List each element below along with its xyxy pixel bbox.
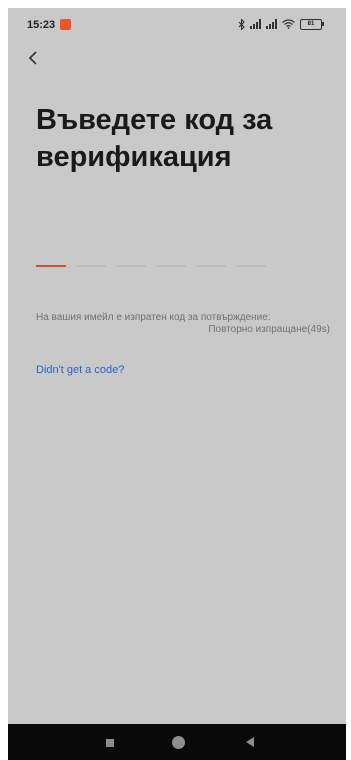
navigation-bar — [8, 724, 346, 760]
back-button[interactable] — [22, 46, 46, 70]
code-slot-2[interactable] — [76, 265, 106, 267]
status-bar: 15:23 81 — [8, 8, 346, 42]
resend-countdown[interactable]: Повторно изпращане(49s) — [208, 324, 330, 335]
status-icons: 81 — [238, 17, 324, 31]
code-slot-1[interactable] — [36, 265, 66, 267]
signal-icon — [250, 19, 261, 29]
code-slot-6[interactable] — [236, 265, 266, 267]
verification-code-input[interactable] — [36, 261, 266, 271]
page-title: Въведете код за верификация — [36, 104, 273, 173]
code-sent-message: На вашия имейл е изпратен код за потвърж… — [36, 312, 271, 323]
code-slot-4[interactable] — [156, 265, 186, 267]
didnt-get-code-link[interactable]: Didn't get a code? — [36, 364, 124, 376]
code-slot-5[interactable] — [196, 265, 226, 267]
chevron-left-icon — [28, 51, 37, 65]
recent-apps-button[interactable] — [106, 739, 114, 747]
home-button[interactable] — [172, 736, 185, 749]
code-slot-3[interactable] — [116, 265, 146, 267]
verification-screen: 15:23 81 Въведете код за верификация На … — [8, 8, 346, 760]
wifi-icon — [282, 19, 295, 29]
bluetooth-icon — [238, 18, 245, 30]
battery-icon: 81 — [300, 18, 324, 30]
status-time: 15:23 — [27, 19, 56, 31]
nav-back-button[interactable] — [246, 737, 254, 747]
signal-icon-secondary — [266, 19, 277, 29]
notification-icon — [60, 19, 71, 30]
